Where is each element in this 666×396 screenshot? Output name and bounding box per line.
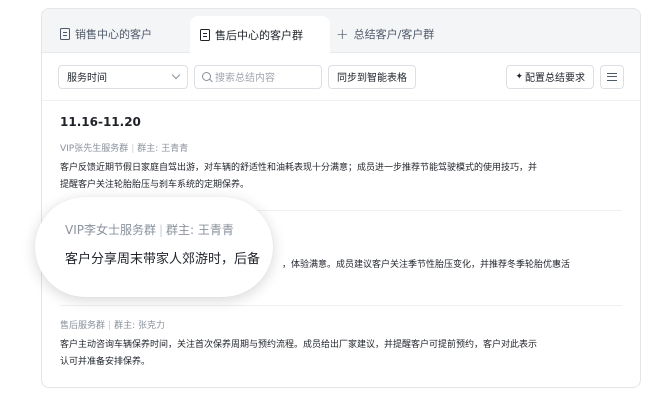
menu-icon [607,72,617,74]
service-time-select[interactable]: 服务时间 [58,64,188,89]
select-value: 服务时间 [67,73,107,84]
tab-label: 总结客户/客户群 [353,28,435,41]
summary-text: ，体验满意。成员建议客户关注季节性胎压变化，并推荐冬季轮胎优惠活 [282,260,571,270]
doc-icon [60,28,70,40]
sparkle-icon: ✦ [515,71,523,82]
group-name: VIP张先生服务群 [60,144,129,154]
summary-text: 客户反馈近期节假日家庭自驾出游，对车辆的舒适性和油耗表现十分满意；成员进一步推荐… [60,163,538,190]
date-range: 11.16-11.20 [60,115,141,129]
divider [60,305,622,306]
group-owner: 群主: 王青青 [137,144,189,154]
magnified-group-meta: VIP李女士服务群 | 群主: 王青青 [65,223,234,237]
tab-label: 售后中心的客户群 [215,28,303,42]
group-meta: VIP张先生服务群 | 群主: 王青青 [60,144,189,154]
search-placeholder: 搜索总结内容 [215,73,275,84]
list-item: 售后服务群 | 群主: 张克力 客户主动咨询车辆保养时间，关注首次保养周期与预约流程… [60,318,622,381]
sync-smart-table-button[interactable]: 同步到智能表格 [328,64,416,89]
magnifier-callout: VIP李女士服务群 | 群主: 王青青 客户分享周末带家人郊游时，后备 [35,197,273,297]
group-meta: 售后服务群 | 群主: 张克力 [60,321,165,331]
group-owner: 群主: 王青青 [166,223,234,237]
tab-sales-customers[interactable]: 销售中心的客户 [50,16,190,52]
tab-label: 销售中心的客户 [75,28,152,41]
sync-label: 同步到智能表格 [337,73,407,84]
summary-text: 客户主动咨询车辆保养时间，关注首次保养周期与预约流程。成员给出厂家建议，并提醒客… [60,340,538,367]
chevron-down-icon [171,70,181,80]
group-owner: 群主: 张克力 [114,321,165,331]
doc-icon [200,28,210,41]
search-icon [202,72,211,81]
menu-button[interactable] [600,64,624,89]
tab-add-summary[interactable]: + 总结客户/客户群 [330,16,444,52]
magnified-summary-text: 客户分享周末带家人郊游时，后备 [65,252,261,267]
config-label: 配置总结要求 [525,73,585,84]
config-summary-button[interactable]: ✦ 配置总结要求 [506,64,594,89]
toolbar: 服务时间 搜索总结内容 同步到智能表格 ✦ 配置总结要求 [42,53,640,101]
tab-bar: 销售中心的客户 售后中心的客户群 + 总结客户/客户群 [42,9,640,53]
tab-aftersales-groups[interactable]: 售后中心的客户群 [190,16,330,53]
search-input[interactable]: 搜索总结内容 [194,64,322,89]
list-item: VIP张先生服务群 | 群主: 王青青 客户反馈近期节假日家庭自驾出游，对车辆的舒适… [60,141,622,204]
group-name: 售后服务群 [60,321,106,331]
group-name: VIP李女士服务群 [65,223,156,237]
plus-icon: + [336,24,349,43]
